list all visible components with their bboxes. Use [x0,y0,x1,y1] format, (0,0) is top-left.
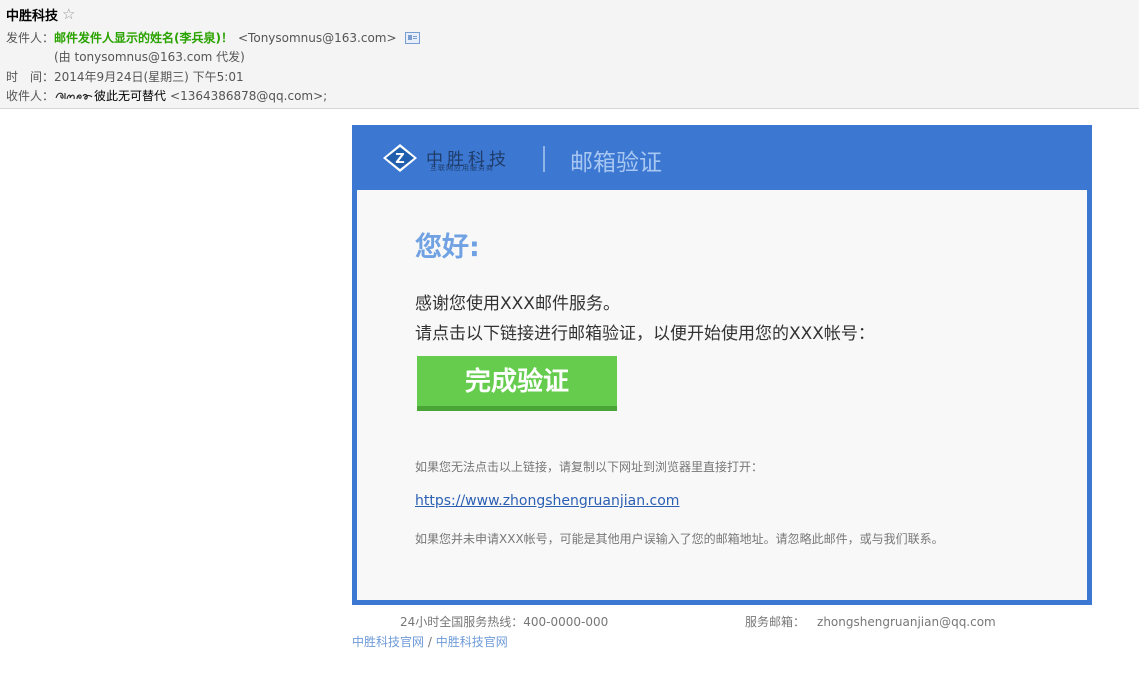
to-label: 收件人： [6,89,55,103]
mail-header: 中胜科技 ☆ 发件人：邮件发件人显示的姓名(李兵泉)！ <Tonysomnus@1… [0,0,1139,109]
to-row: 收件人： 彼此无可替代 <1364386878@qq.com>; [6,87,327,105]
recipient-address[interactable]: <1364386878@qq.com>; [170,89,327,103]
svg-text:Z: Z [395,152,404,167]
recipient-name[interactable]: 彼此无可替代 [94,89,166,103]
from-label: 发件人： [6,31,55,45]
service-hotline: 24小时全国服务热线：400-0000-000 [400,615,609,629]
sender-address[interactable]: <Tonysomnus@163.com> [238,31,397,45]
time-label: 时 间： [6,70,55,84]
service-email-label: 服务邮箱： [745,615,806,629]
via-row: (由 tonysomnus@163.com 代发) [54,48,245,66]
contact-card-icon[interactable] [404,31,420,44]
service-email-value: zhongshengruanjian@qq.com [817,615,996,629]
official-site-link-2[interactable]: 中胜科技官网 [436,635,508,649]
from-row: 发件人：邮件发件人显示的姓名(李兵泉)！ <Tonysomnus@163.com> [6,29,420,47]
sender-name[interactable]: 邮件发件人显示的姓名(李兵泉)！ [54,31,233,45]
header-divider [543,146,545,172]
official-site-link[interactable]: 中胜科技官网 [352,635,424,649]
email-card: Z 中胜科技 互联网应用服务商 邮箱验证 您好: 感谢您使用XXX邮件服务。 请… [352,125,1092,605]
footer-link-separator: / [424,635,436,649]
thanks-text: 感谢您使用XXX邮件服务。 [415,294,620,314]
email-card-header: Z 中胜科技 互联网应用服务商 邮箱验证 [352,125,1092,189]
recipient-signature-icon [55,92,93,100]
copy-link-hint: 如果您无法点击以上链接，请复制以下网址到浏览器里直接打开： [415,460,764,474]
logo-subtitle: 互联网应用服务商 [430,164,494,172]
logo-diamond-icon: Z [383,144,417,172]
time-row: 时 间：2014年9月24日(星期三) 下午5:01 [6,68,244,86]
subject-row: 中胜科技 ☆ [6,4,75,24]
complete-verification-button[interactable]: 完成验证 [417,356,617,411]
time-value: 2014年9月24日(星期三) 下午5:01 [54,70,244,84]
star-icon[interactable]: ☆ [62,6,75,22]
instruction-text: 请点击以下链接进行邮箱验证，以便开始使用您的XXX帐号： [415,324,875,344]
service-email: 服务邮箱： zhongshengruanjian@qq.com [745,613,996,630]
company-logo: Z 中胜科技 互联网应用服务商 [382,143,522,173]
sent-via-text: (由 tonysomnus@163.com 代发) [54,50,245,64]
ignore-notice: 如果您并未申请XXX帐号，可能是其他用户误输入了您的邮箱地址。请忽略此邮件，或与… [415,532,944,546]
mail-subject: 中胜科技 [6,8,59,24]
header-title: 邮箱验证 [570,150,662,176]
footer-links: 中胜科技官网 / 中胜科技官网 [352,633,508,650]
email-card-body: 您好: 感谢您使用XXX邮件服务。 请点击以下链接进行邮箱验证，以便开始使用您的… [357,190,1087,600]
verification-link[interactable]: https://www.zhongshengruanjian.com [415,493,679,509]
greeting: 您好: [415,232,480,263]
